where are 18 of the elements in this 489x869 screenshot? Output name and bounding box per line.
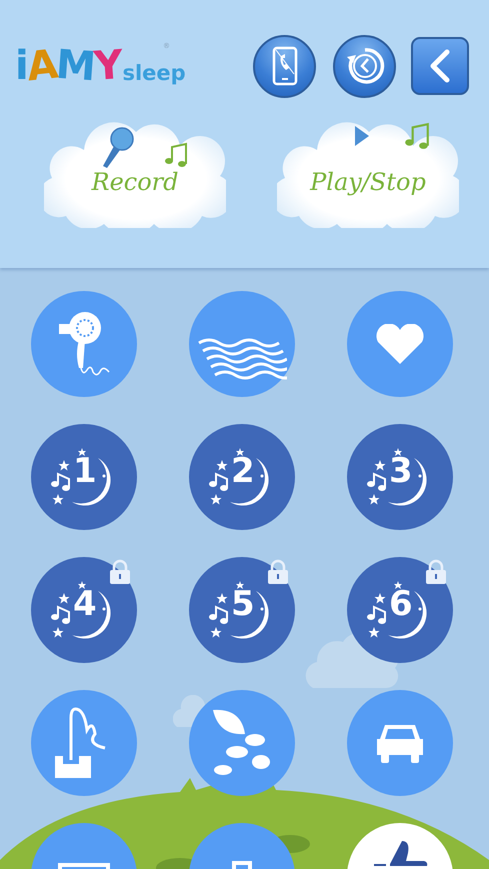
- thumbs-up-icon: [372, 839, 428, 866]
- lullaby-button[interactable]: 1: [31, 424, 137, 530]
- back-icon: [429, 49, 451, 83]
- leaves-icon: [211, 708, 273, 778]
- heart-icon: [374, 324, 426, 364]
- lullaby-button[interactable]: 6: [347, 557, 453, 663]
- back-button[interactable]: [411, 37, 469, 95]
- lullaby-button[interactable]: 4: [31, 557, 137, 663]
- hairdryer-icon: [57, 310, 111, 378]
- phone-icon: [272, 46, 298, 86]
- music-notes-icon: [163, 142, 189, 168]
- waves-icon: [197, 337, 287, 381]
- play-icon: [355, 126, 369, 146]
- microphone-icon: [100, 126, 134, 170]
- lullaby-button[interactable]: 2: [189, 424, 295, 530]
- music-notes-icon: [403, 122, 431, 150]
- lullaby-button[interactable]: 3: [347, 424, 453, 530]
- lullaby-button[interactable]: 5: [189, 557, 295, 663]
